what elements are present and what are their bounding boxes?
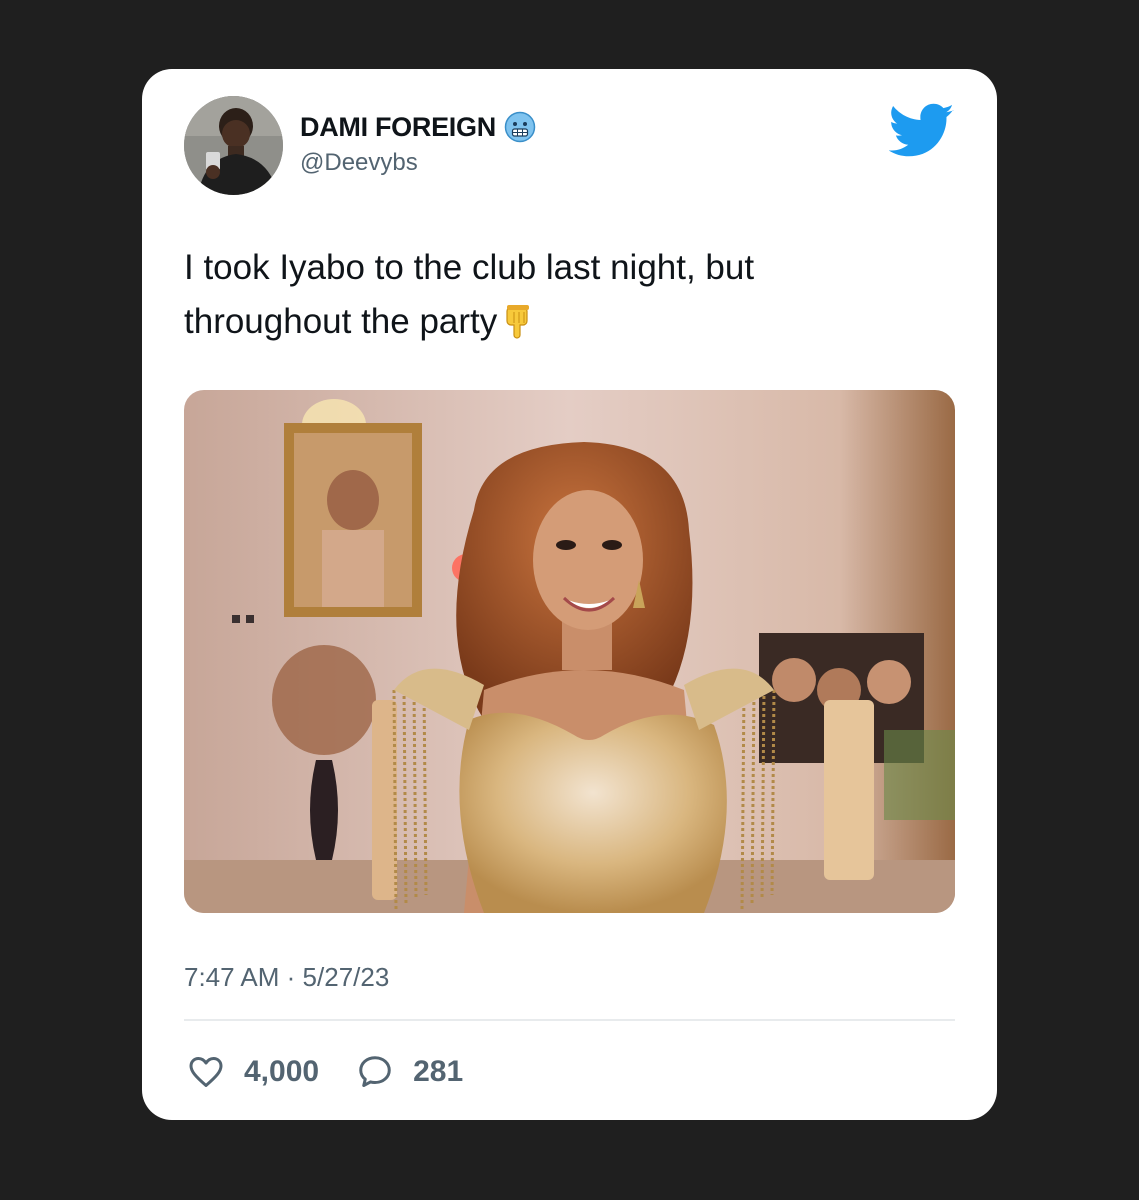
like-button[interactable]: 4,000 xyxy=(188,1054,319,1090)
reply-button[interactable]: 281 xyxy=(357,1054,463,1090)
reply-count: 281 xyxy=(413,1055,464,1088)
like-count: 4,000 xyxy=(244,1055,320,1088)
tweet-photo[interactable] xyxy=(184,390,955,913)
author-handle[interactable]: @Deevybs xyxy=(300,149,418,177)
author-display-name[interactable]: DAMI FOREIGN xyxy=(300,112,496,143)
comment-icon[interactable] xyxy=(357,1054,393,1090)
cold-face-emoji-icon xyxy=(504,111,536,143)
tweet-text-line-2: throughout the party xyxy=(184,295,944,349)
avatar-image xyxy=(184,96,283,195)
tweet-card: DAMI FOREIGN @Deevybs I took Iyabo to th… xyxy=(142,69,997,1120)
tweet-timestamp[interactable]: 7:47 AM · 5/27/23 xyxy=(184,962,389,993)
tweet-date: 5/27/23 xyxy=(302,962,390,992)
tweet-text-line-1: I took Iyabo to the club last night, but xyxy=(184,248,755,287)
author-name-row[interactable]: DAMI FOREIGN xyxy=(300,111,536,143)
tweet-photo-image xyxy=(184,390,955,913)
divider xyxy=(184,1019,955,1021)
timestamp-separator: · xyxy=(286,962,296,992)
tweet-actions: 4,000 281 xyxy=(188,1049,501,1095)
tweet-time: 7:47 AM xyxy=(184,962,280,992)
heart-icon[interactable] xyxy=(188,1054,224,1090)
avatar[interactable] xyxy=(184,96,283,195)
tweet-text: I took Iyabo to the club last night, but… xyxy=(184,241,944,349)
twitter-bird-icon[interactable] xyxy=(889,103,955,159)
tweet-text-line-2-text: throughout the party xyxy=(184,302,498,341)
backhand-index-pointing-down-emoji-icon xyxy=(501,301,535,339)
